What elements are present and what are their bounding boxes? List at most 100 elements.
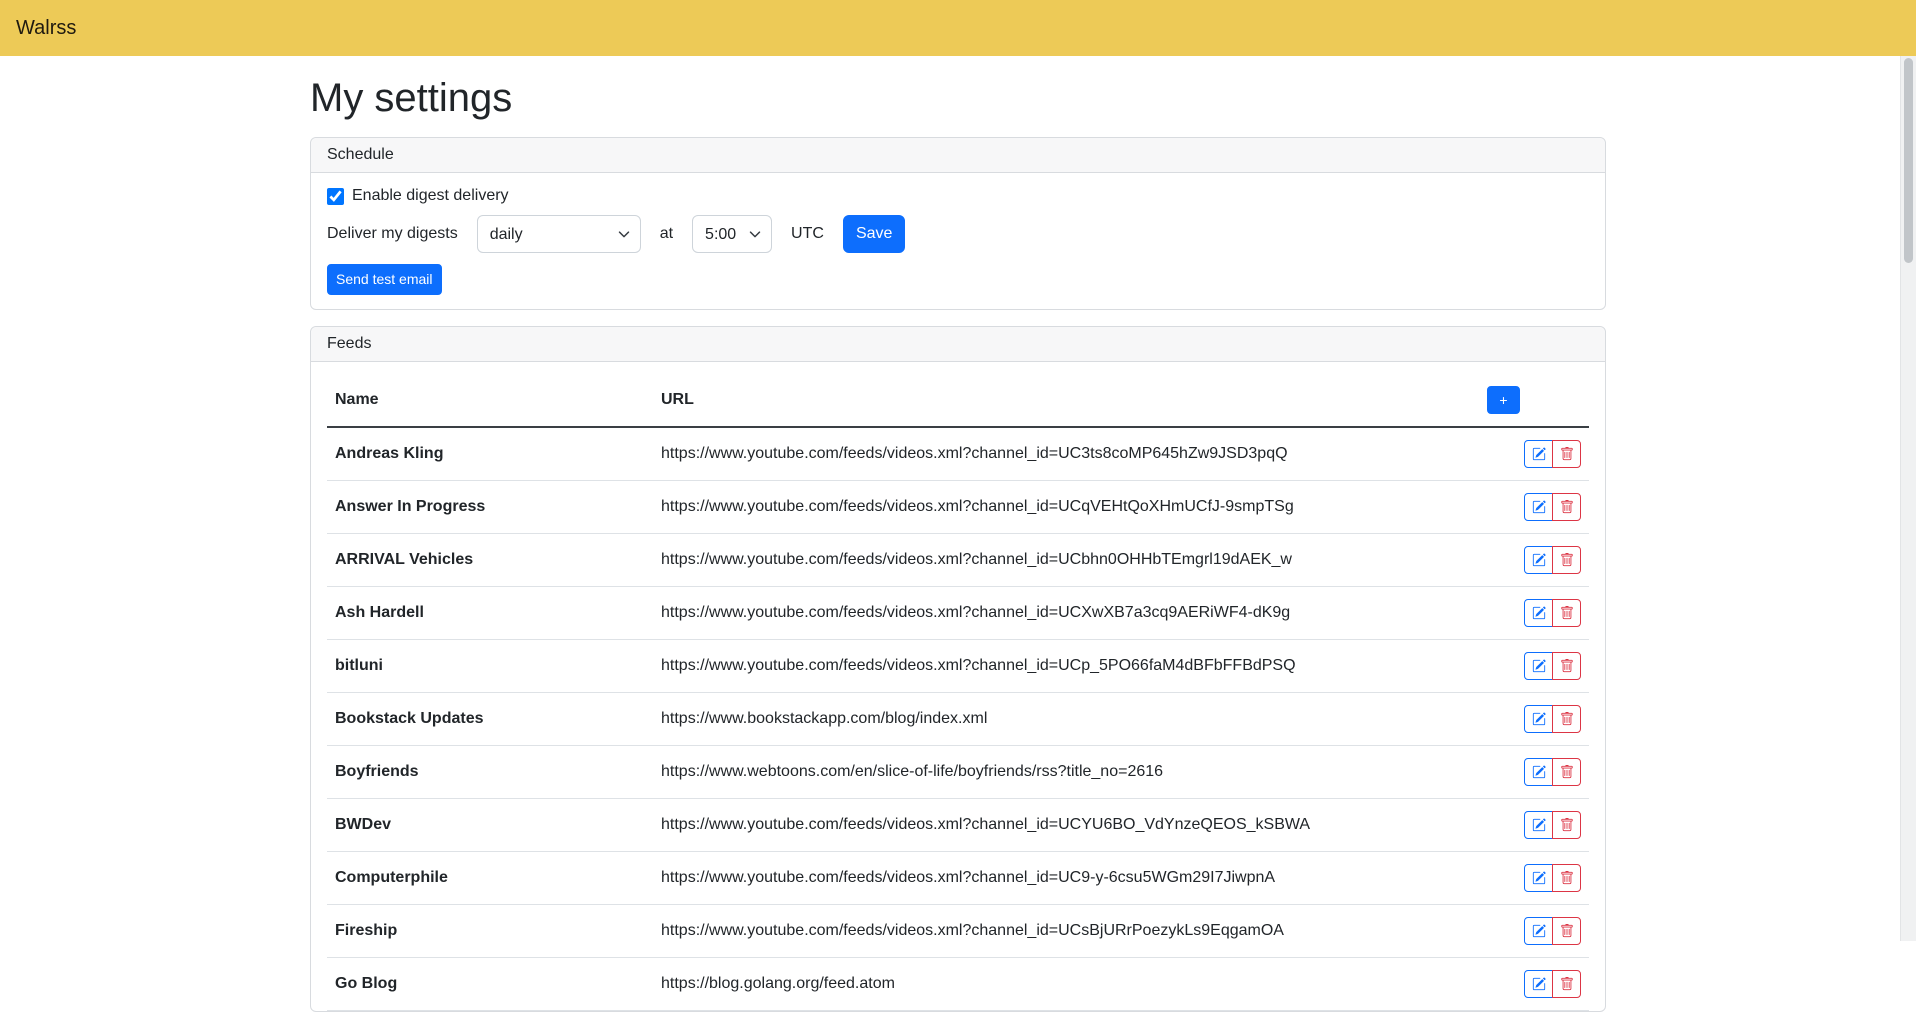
trash-icon — [1560, 765, 1574, 779]
feed-actions — [1479, 427, 1589, 481]
time-select[interactable]: 5:00 — [692, 215, 772, 253]
pencil-square-icon — [1532, 977, 1546, 991]
feed-actions — [1479, 693, 1589, 746]
schedule-card-header: Schedule — [311, 138, 1605, 173]
edit-feed-button[interactable] — [1524, 864, 1553, 892]
delete-feed-button[interactable] — [1552, 970, 1581, 998]
column-header-actions: + — [1479, 374, 1589, 427]
feed-row: Fireship https://www.youtube.com/feeds/v… — [327, 905, 1589, 958]
delete-feed-button[interactable] — [1552, 546, 1581, 574]
add-feed-button[interactable]: + — [1487, 386, 1520, 414]
feed-url: https://www.youtube.com/feeds/videos.xml… — [653, 587, 1479, 640]
edit-feed-button[interactable] — [1524, 811, 1553, 839]
trash-icon — [1560, 871, 1574, 885]
feed-actions — [1479, 587, 1589, 640]
feed-name: Andreas Kling — [327, 427, 653, 481]
delete-feed-button[interactable] — [1552, 440, 1581, 468]
feed-url: https://www.youtube.com/feeds/videos.xml… — [653, 799, 1479, 852]
feeds-table: Name URL + Andreas Kling https://www.you… — [327, 374, 1589, 1011]
feed-url: https://www.webtoons.com/en/slice-of-lif… — [653, 746, 1479, 799]
feed-url: https://www.youtube.com/feeds/videos.xml… — [653, 905, 1479, 958]
feed-name: Ash Hardell — [327, 587, 653, 640]
scrollbar-thumb[interactable] — [1904, 58, 1913, 263]
feed-actions-group — [1524, 758, 1581, 786]
delete-feed-button[interactable] — [1552, 811, 1581, 839]
feed-actions — [1479, 799, 1589, 852]
trash-icon — [1560, 977, 1574, 991]
feed-actions — [1479, 905, 1589, 958]
enable-digest-checkbox[interactable] — [327, 188, 344, 205]
at-label: at — [660, 225, 673, 243]
feed-name: Go Blog — [327, 958, 653, 1011]
pencil-square-icon — [1532, 447, 1546, 461]
feed-url: https://www.bookstackapp.com/blog/index.… — [653, 693, 1479, 746]
delete-feed-button[interactable] — [1552, 758, 1581, 786]
feed-actions-group — [1524, 705, 1581, 733]
feeds-card-header: Feeds — [311, 327, 1605, 362]
feed-row: BWDev https://www.youtube.com/feeds/vide… — [327, 799, 1589, 852]
delete-feed-button[interactable] — [1552, 599, 1581, 627]
pencil-square-icon — [1532, 818, 1546, 832]
enable-digest-label[interactable]: Enable digest delivery — [352, 187, 509, 205]
deliver-label: Deliver my digests — [327, 225, 458, 243]
trash-icon — [1560, 924, 1574, 938]
edit-feed-button[interactable] — [1524, 705, 1553, 733]
enable-digest-row: Enable digest delivery — [327, 187, 1589, 205]
frequency-select[interactable]: daily — [477, 215, 641, 253]
edit-feed-button[interactable] — [1524, 440, 1553, 468]
feed-url: https://www.youtube.com/feeds/videos.xml… — [653, 640, 1479, 693]
pencil-square-icon — [1532, 871, 1546, 885]
trash-icon — [1560, 447, 1574, 461]
delete-feed-button[interactable] — [1552, 705, 1581, 733]
navbar-brand[interactable]: Walrss — [16, 17, 76, 40]
send-test-email-button[interactable]: Send test email — [327, 264, 442, 295]
pencil-square-icon — [1532, 500, 1546, 514]
pencil-square-icon — [1532, 765, 1546, 779]
trash-icon — [1560, 500, 1574, 514]
test-email-row: Send test email — [327, 264, 1589, 295]
feed-actions-group — [1524, 652, 1581, 680]
feed-row: Bookstack Updates https://www.bookstacka… — [327, 693, 1589, 746]
edit-feed-button[interactable] — [1524, 970, 1553, 998]
feed-actions-group — [1524, 864, 1581, 892]
feed-row: Answer In Progress https://www.youtube.c… — [327, 481, 1589, 534]
edit-feed-button[interactable] — [1524, 599, 1553, 627]
feed-actions — [1479, 958, 1589, 1011]
feeds-card-body: Name URL + Andreas Kling https://www.you… — [311, 362, 1605, 1011]
pencil-square-icon — [1532, 606, 1546, 620]
scrollbar-track[interactable] — [1900, 56, 1916, 941]
edit-feed-button[interactable] — [1524, 652, 1553, 680]
deliver-row: Deliver my digests daily at 5:00 — [327, 215, 1589, 253]
save-button[interactable]: Save — [843, 215, 905, 253]
feed-name: Computerphile — [327, 852, 653, 905]
delete-feed-button[interactable] — [1552, 652, 1581, 680]
delete-feed-button[interactable] — [1552, 493, 1581, 521]
pencil-square-icon — [1532, 553, 1546, 567]
feed-actions-group — [1524, 493, 1581, 521]
feed-actions-group — [1524, 546, 1581, 574]
edit-feed-button[interactable] — [1524, 758, 1553, 786]
feeds-table-header-row: Name URL + — [327, 374, 1589, 427]
feed-row: Go Blog https://blog.golang.org/feed.ato… — [327, 958, 1589, 1011]
feed-actions — [1479, 852, 1589, 905]
feed-name: bitluni — [327, 640, 653, 693]
time-select-wrap: 5:00 — [692, 215, 772, 253]
schedule-card: Schedule Enable digest delivery Deliver … — [310, 137, 1606, 310]
feeds-table-body: Andreas Kling https://www.youtube.com/fe… — [327, 427, 1589, 1011]
feeds-card: Feeds Name URL + Andreas Kling https://w… — [310, 326, 1606, 1012]
feed-actions-group — [1524, 811, 1581, 839]
delete-feed-button[interactable] — [1552, 864, 1581, 892]
feed-row: Computerphile https://www.youtube.com/fe… — [327, 852, 1589, 905]
feed-name: Bookstack Updates — [327, 693, 653, 746]
feed-row: ARRIVAL Vehicles https://www.youtube.com… — [327, 534, 1589, 587]
feed-actions — [1479, 640, 1589, 693]
edit-feed-button[interactable] — [1524, 546, 1553, 574]
schedule-card-body: Enable digest delivery Deliver my digest… — [311, 173, 1605, 309]
main-content: My settings Schedule Enable digest deliv… — [298, 74, 1618, 1012]
trash-icon — [1560, 553, 1574, 567]
edit-feed-button[interactable] — [1524, 493, 1553, 521]
pencil-square-icon — [1532, 659, 1546, 673]
feed-actions-group — [1524, 599, 1581, 627]
feed-row: Ash Hardell https://www.youtube.com/feed… — [327, 587, 1589, 640]
feed-name: ARRIVAL Vehicles — [327, 534, 653, 587]
